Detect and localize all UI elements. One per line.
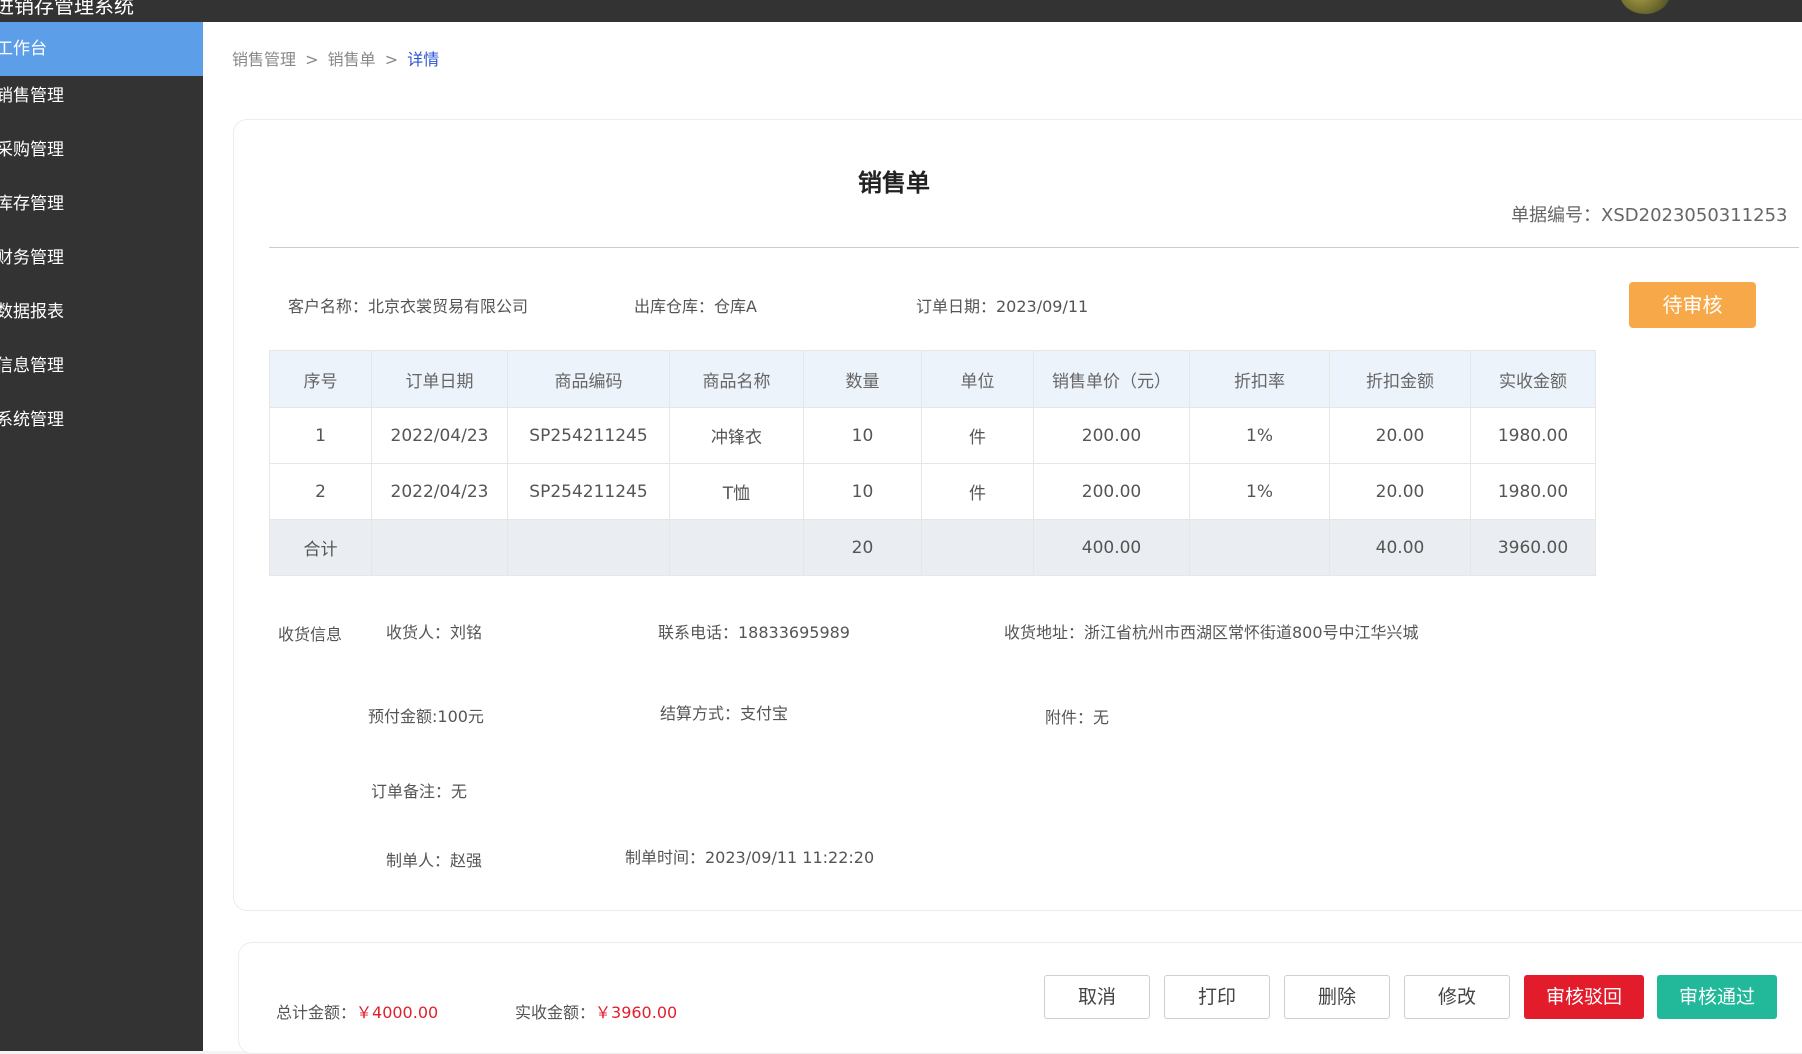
contact-phone: 联系电话：18833695989 [658, 623, 850, 642]
sidebar-item-purchase[interactable]: 采购管理 [0, 123, 203, 177]
attachment: 附件：无 [1045, 708, 1110, 727]
order-remark: 订单备注：无 [371, 782, 468, 801]
table-cell: SP254211245 [507, 463, 670, 520]
column-header: 订单日期 [371, 350, 508, 408]
table-cell: 400.00 [1033, 519, 1190, 576]
sidebar-item-inventory[interactable]: 库存管理 [0, 177, 203, 231]
settlement-method: 结算方式：支付宝 [660, 704, 789, 723]
delivery-address: 收货地址：浙江省杭州市西湖区常怀街道800号中江华兴城 [1004, 623, 1419, 642]
table-row: 1 2022/04/23 SP254211245 冲锋衣 10 件 200.00… [269, 407, 1596, 464]
column-header: 商品名称 [669, 350, 804, 408]
sidebar-item-workbench[interactable]: 工作台 [0, 22, 203, 76]
breadcrumb-separator: > [384, 50, 399, 69]
received-amount-value: ￥3960.00 [595, 1003, 678, 1022]
column-header: 序号 [269, 350, 372, 408]
table-cell: 200.00 [1033, 463, 1190, 520]
total-amount-label: 总计金额： [276, 1003, 357, 1022]
table-cell [1189, 519, 1330, 576]
table-cell [669, 519, 804, 576]
column-header: 单位 [921, 350, 1034, 408]
order-items-table: 序号 订单日期 商品编码 商品名称 数量 单位 销售单价（元） 折扣率 折扣金额… [269, 350, 1596, 576]
divider [269, 247, 1799, 248]
breadcrumb-sales[interactable]: 销售管理 [232, 50, 296, 69]
sidebar-item-reports[interactable]: 数据报表 [0, 285, 203, 339]
received-amount-label: 实收金额： [515, 1003, 596, 1022]
app-title: 进销存管理系统 [0, 0, 134, 18]
order-detail-card: 销售单 单据编号：XSD2023050311253 客户名称：北京衣裳贸易有限公… [233, 119, 1802, 911]
order-date: 订单日期：2023/09/11 [916, 297, 1089, 316]
column-header: 实收金额 [1470, 350, 1596, 408]
table-cell: 3960.00 [1470, 519, 1596, 576]
table-cell: 2 [269, 463, 372, 520]
column-header: 数量 [803, 350, 922, 408]
received-amount: 实收金额：￥3960.00 [515, 999, 677, 1023]
customer-name: 客户名称：北京衣裳贸易有限公司 [288, 297, 529, 316]
table-cell: 10 [803, 407, 922, 464]
approve-button[interactable]: 审核通过 [1657, 975, 1777, 1019]
table-cell: 1 [269, 407, 372, 464]
delivery-info-label: 收货信息 [278, 625, 343, 644]
breadcrumb-current: 详情 [407, 50, 440, 69]
table-cell [371, 519, 508, 576]
cancel-button[interactable]: 取消 [1044, 975, 1150, 1019]
table-cell: 件 [921, 463, 1034, 520]
main-content: 销售管理 > 销售单 > 详情 销售单 单据编号：XSD202305031125… [203, 22, 1802, 1054]
outbound-warehouse: 出库仓库：仓库A [634, 297, 757, 316]
status-badge[interactable]: 待审核 [1629, 282, 1756, 328]
total-amount-value: ￥4000.00 [356, 1003, 439, 1022]
total-amount: 总计金额：￥4000.00 [276, 999, 438, 1023]
table-cell: 2022/04/23 [371, 463, 508, 520]
table-cell: 20 [803, 519, 922, 576]
column-header: 商品编码 [507, 350, 670, 408]
action-bar: 总计金额：￥4000.00 实收金额：￥3960.00 取消 打印 删除 修改 … [238, 942, 1802, 1054]
avatar[interactable] [1620, 0, 1670, 14]
table-cell: 40.00 [1329, 519, 1471, 576]
table-cell: 合计 [269, 519, 372, 576]
table-cell [921, 519, 1034, 576]
sidebar-item-system[interactable]: 系统管理 [0, 393, 203, 447]
table-cell: 10 [803, 463, 922, 520]
table-row: 2 2022/04/23 SP254211245 T恤 10 件 200.00 … [269, 463, 1596, 520]
table-header-row: 序号 订单日期 商品编码 商品名称 数量 单位 销售单价（元） 折扣率 折扣金额… [269, 350, 1596, 408]
table-cell: T恤 [669, 463, 804, 520]
edit-button[interactable]: 修改 [1404, 975, 1510, 1019]
receiver: 收货人：刘铭 [386, 623, 483, 642]
column-header: 折扣率 [1189, 350, 1330, 408]
delete-button[interactable]: 删除 [1284, 975, 1390, 1019]
table-total-row: 合计 20 400.00 40.00 3960.00 [269, 519, 1596, 576]
sidebar-item-sales[interactable]: 销售管理 [0, 69, 203, 123]
top-bar: 进销存管理系统 [0, 0, 1802, 22]
table-cell [507, 519, 670, 576]
table-cell: 20.00 [1329, 463, 1471, 520]
table-cell: 1% [1189, 407, 1330, 464]
document-number: 单据编号：XSD2023050311253 [1511, 205, 1788, 226]
breadcrumb: 销售管理 > 销售单 > 详情 [232, 46, 439, 70]
column-header: 销售单价（元） [1033, 350, 1190, 408]
breadcrumb-sales-order[interactable]: 销售单 [328, 50, 376, 69]
table-cell: SP254211245 [507, 407, 670, 464]
breadcrumb-separator: > [305, 50, 319, 69]
sidebar: 工作台 销售管理 采购管理 库存管理 财务管理 数据报表 信息管理 系统管理 [0, 22, 203, 1051]
table-cell: 1980.00 [1470, 463, 1596, 520]
print-button[interactable]: 打印 [1164, 975, 1270, 1019]
sidebar-item-info[interactable]: 信息管理 [0, 339, 203, 393]
table-cell: 件 [921, 407, 1034, 464]
table-cell: 20.00 [1329, 407, 1471, 464]
table-cell: 1980.00 [1470, 407, 1596, 464]
table-cell: 1% [1189, 463, 1330, 520]
table-cell: 冲锋衣 [669, 407, 804, 464]
created-time: 制单时间：2023/09/11 11:22:20 [625, 848, 875, 867]
page-title: 销售单 [858, 169, 930, 197]
table-cell: 200.00 [1033, 407, 1190, 464]
sidebar-item-finance[interactable]: 财务管理 [0, 231, 203, 285]
prepaid-amount: 预付金额:100元 [368, 707, 484, 726]
reject-button[interactable]: 审核驳回 [1524, 975, 1644, 1019]
column-header: 折扣金额 [1329, 350, 1471, 408]
creator: 制单人：赵强 [386, 851, 483, 870]
table-cell: 2022/04/23 [371, 407, 508, 464]
